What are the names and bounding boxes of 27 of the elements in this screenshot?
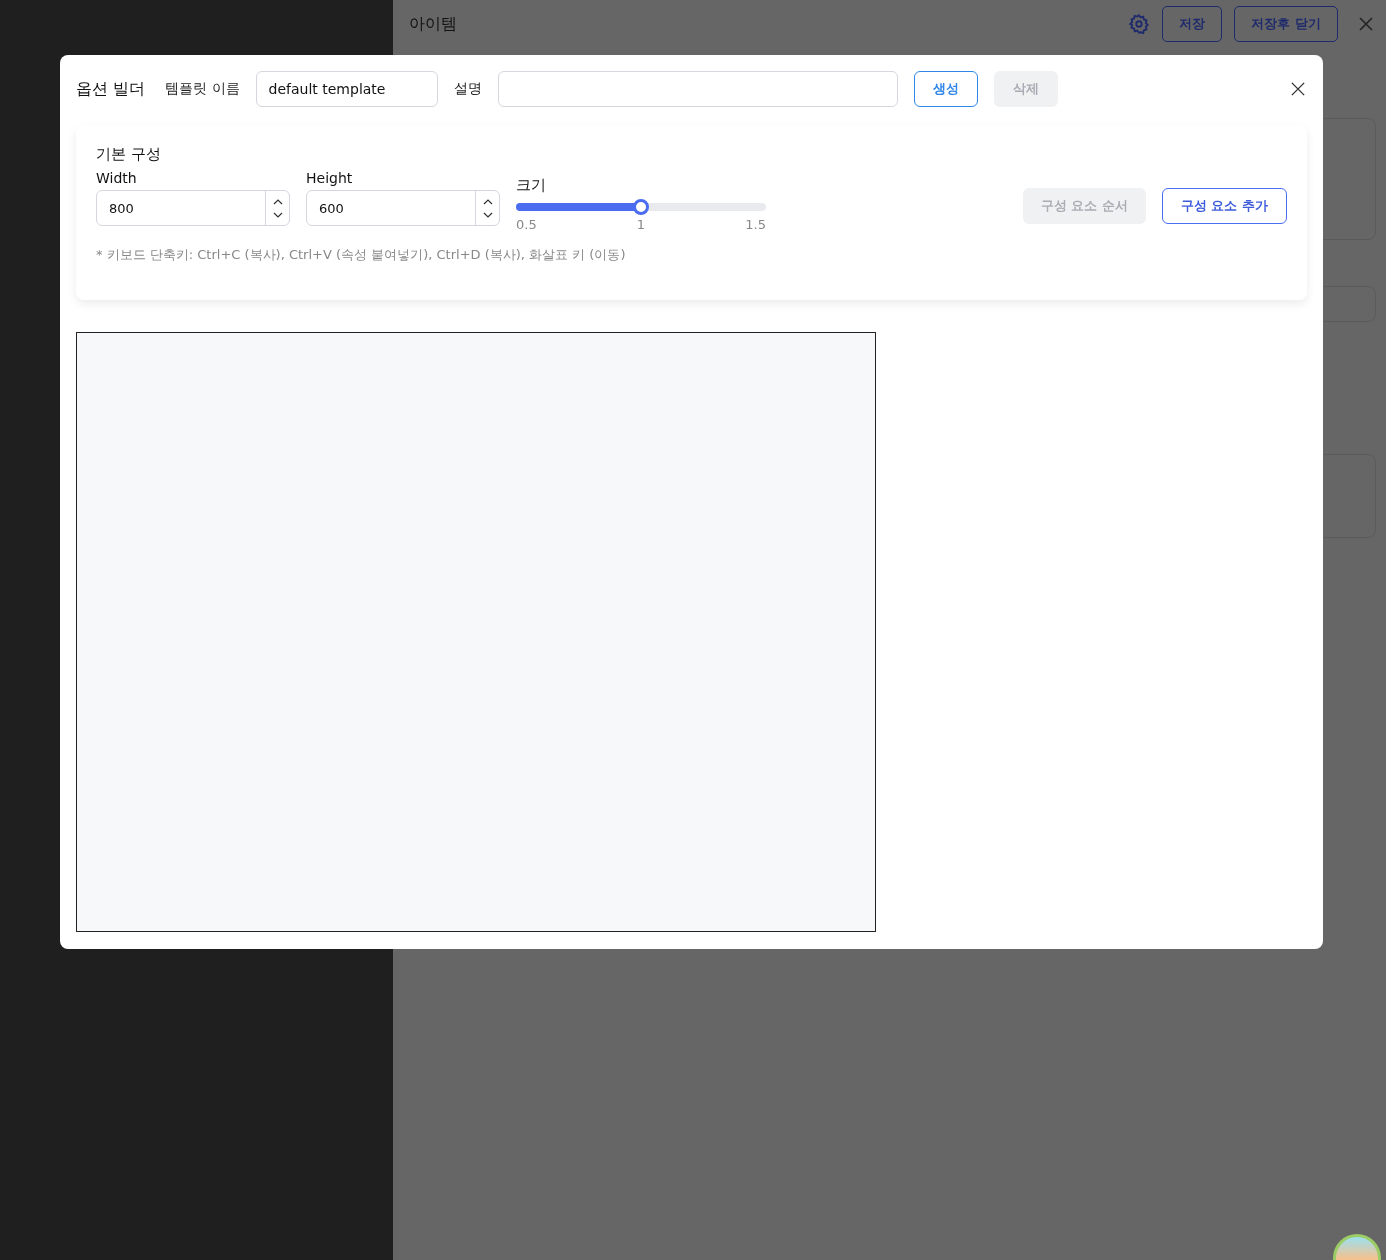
number-input[interactable]: 600 (306, 190, 500, 226)
input-field[interactable] (497, 71, 898, 107)
input-field[interactable]: default template (255, 71, 438, 107)
slider-tick-label: 0.5 (516, 217, 537, 232)
drawer-title: 아이템 (409, 13, 457, 35)
settings-icon[interactable] (1128, 13, 1151, 35)
field-label: 템플릿 이름 (165, 80, 240, 98)
chevron-up-icon[interactable] (482, 198, 493, 205)
drawer-button[interactable]: 저장후 닫기 (1234, 6, 1338, 42)
action-button[interactable]: 구성 요소 추가 (1161, 188, 1287, 224)
slider-tick-label: 1 (636, 217, 646, 232)
chevron-up-icon[interactable] (272, 198, 283, 205)
field-label: Width (96, 170, 138, 188)
field-label: Height (306, 170, 354, 188)
close-icon[interactable] (1291, 82, 1305, 96)
chevron-down-icon[interactable] (482, 211, 493, 218)
hint-text: * 키보드 단축키: Ctrl+C (복사), Ctrl+V (속성 붙여넣기), Ctrl+D (복사), 화살표 키 (이동) (96, 246, 627, 264)
slider-label: 크기 (516, 176, 547, 195)
chevron-down-icon[interactable] (272, 211, 283, 218)
slider-tick-label: 1.5 (745, 217, 766, 232)
slider-handle[interactable] (633, 199, 649, 215)
number-input[interactable]: 800 (96, 190, 290, 226)
section-title: 기본 구성 (96, 145, 162, 164)
action-button[interactable]: 생성 (913, 71, 978, 107)
modal-title: 옵션 빌더 (76, 78, 146, 100)
drawer-button[interactable]: 저장 (1162, 6, 1223, 42)
field-label: 설명 (453, 80, 482, 98)
